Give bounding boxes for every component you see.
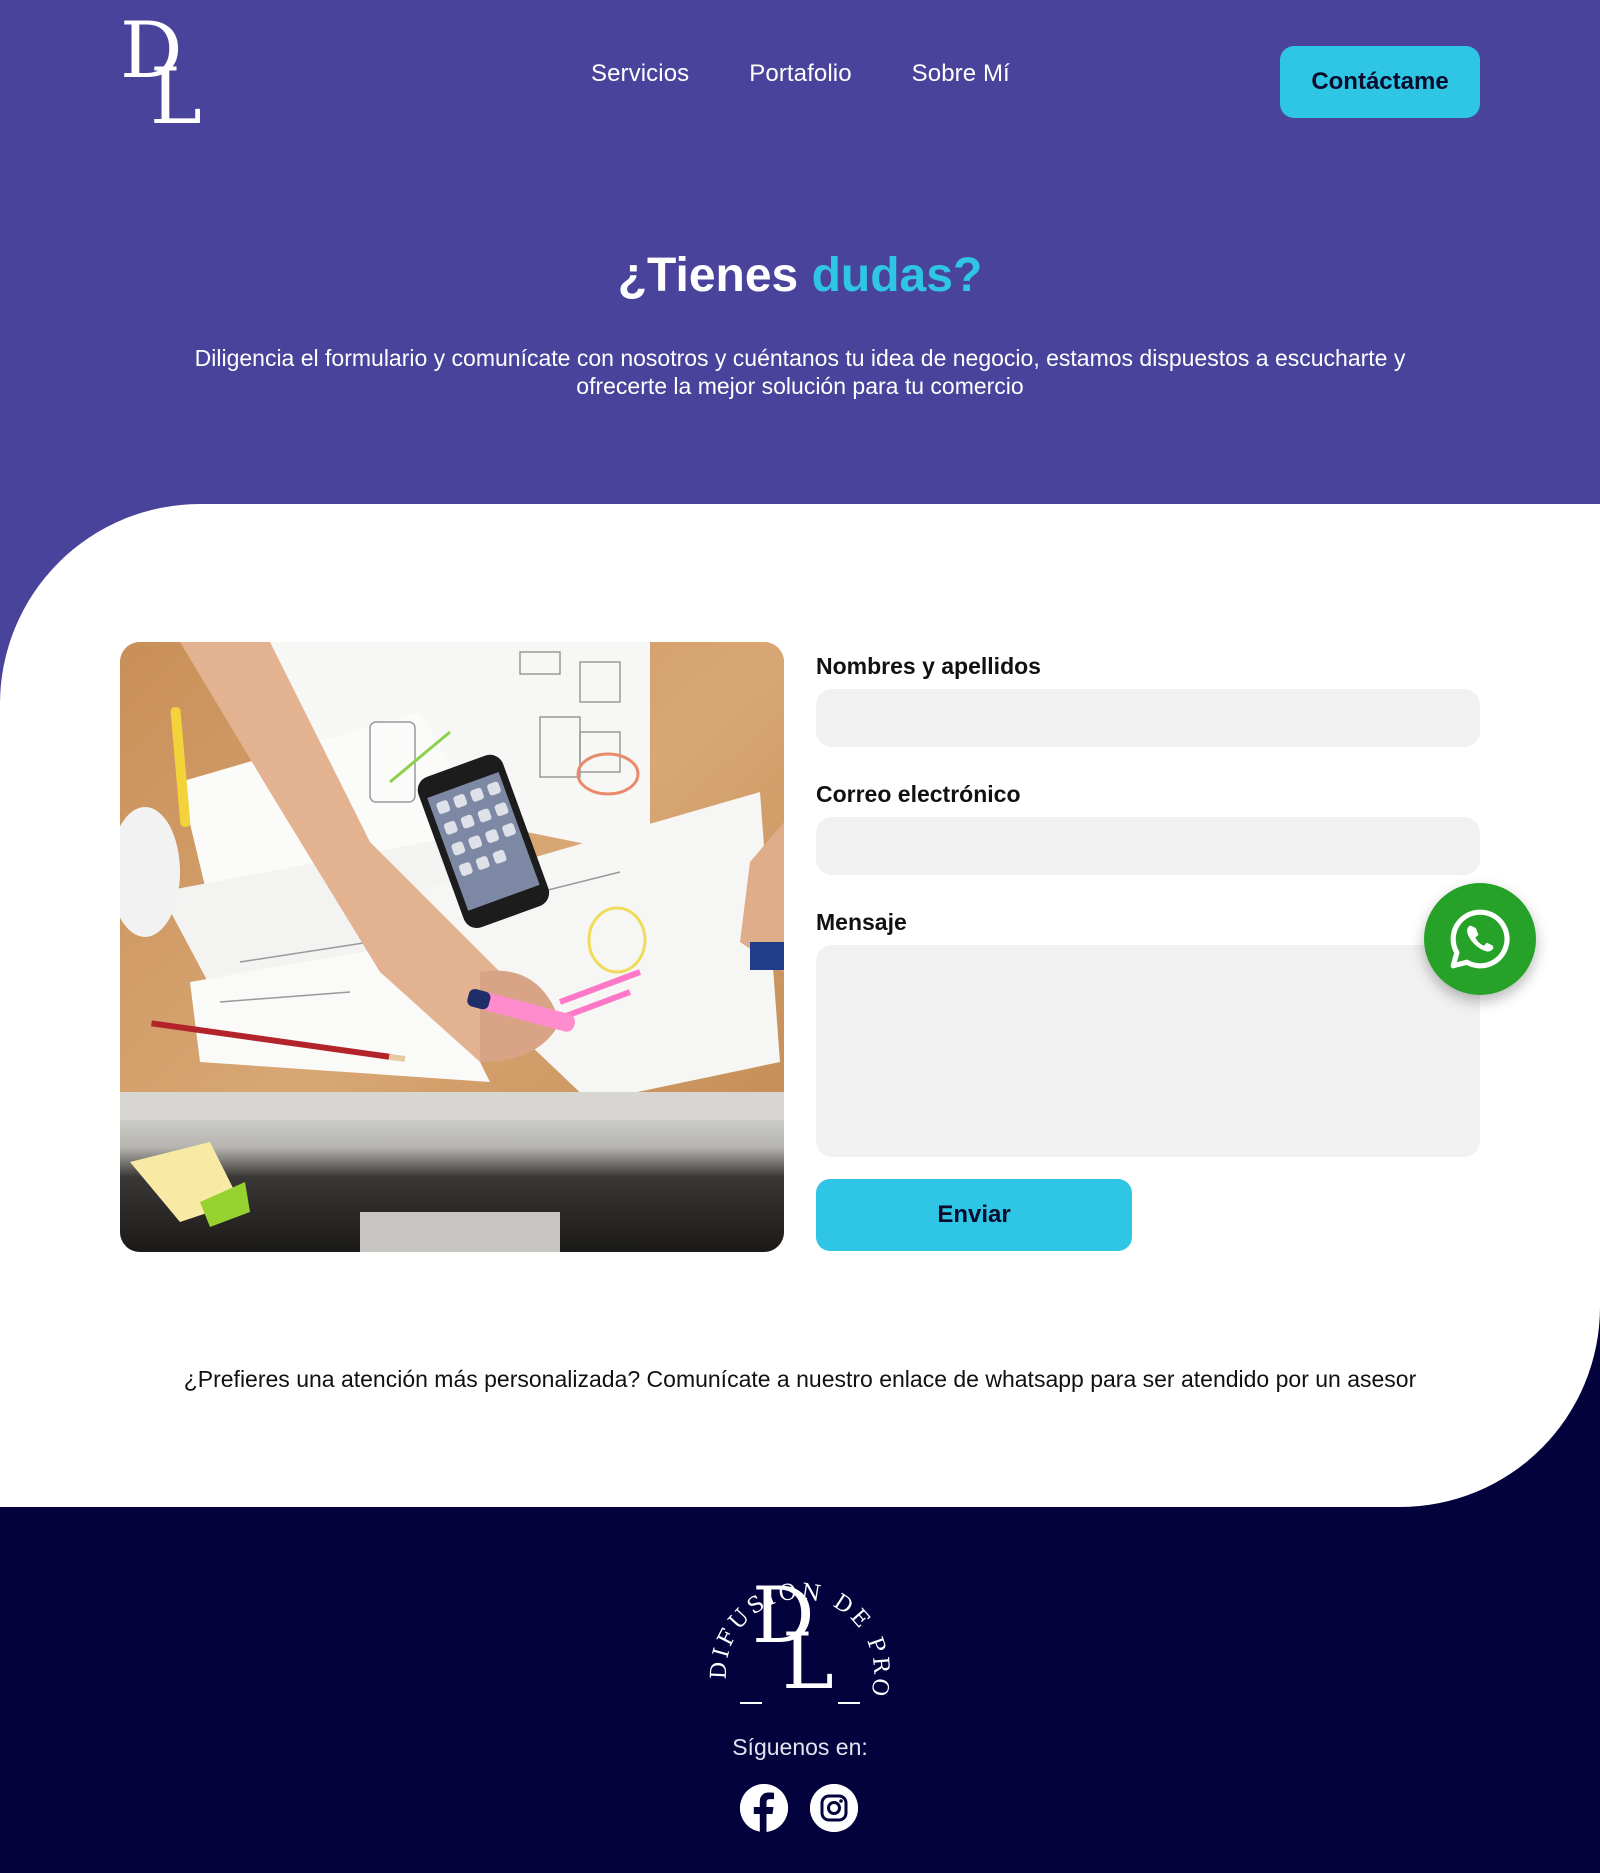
email-input[interactable] [816, 817, 1480, 875]
title-main: ¿Tienes [617, 249, 812, 302]
contact-button[interactable]: Contáctame [1280, 46, 1480, 118]
name-label: Nombres y apellidos [816, 653, 1041, 679]
nav-link-sobre-mi[interactable]: Sobre Mí [912, 60, 1010, 88]
page-title: ¿Tienes dudas? [0, 248, 1600, 303]
name-input[interactable] [816, 689, 1480, 747]
footer-seal-logo: DIFUSION DE PRODUCTOS D L [689, 1511, 900, 1710]
hero-subtitle: Diligencia el formulario y comunícate co… [194, 345, 1406, 399]
title-accent: dudas? [811, 249, 983, 302]
instagram-link[interactable] [810, 1784, 858, 1832]
facebook-link[interactable] [740, 1784, 788, 1832]
main-nav: Servicios Portafolio Sobre Mí [591, 60, 1010, 88]
logo[interactable]: D L [120, 12, 210, 142]
logo-letter-l: L [150, 52, 202, 142]
nav-link-servicios[interactable]: Servicios [591, 60, 689, 88]
facebook-icon [740, 1784, 788, 1832]
social-links [740, 1784, 858, 1832]
message-textarea[interactable] [816, 945, 1480, 1157]
nav-link-portafolio[interactable]: Portafolio [749, 60, 851, 88]
whatsapp-button[interactable] [1424, 883, 1536, 995]
desk-photo [120, 642, 784, 1252]
follow-label: Síguenos en: [732, 1734, 868, 1760]
submit-button[interactable]: Enviar [816, 1179, 1132, 1251]
svg-text:L: L [782, 1617, 834, 1707]
message-label: Mensaje [816, 909, 907, 935]
instagram-icon [810, 1784, 858, 1832]
email-label: Correo electrónico [816, 781, 1021, 807]
whatsapp-note: ¿Prefieres una atención más personalizad… [183, 1366, 1417, 1392]
whatsapp-icon [1450, 909, 1510, 969]
